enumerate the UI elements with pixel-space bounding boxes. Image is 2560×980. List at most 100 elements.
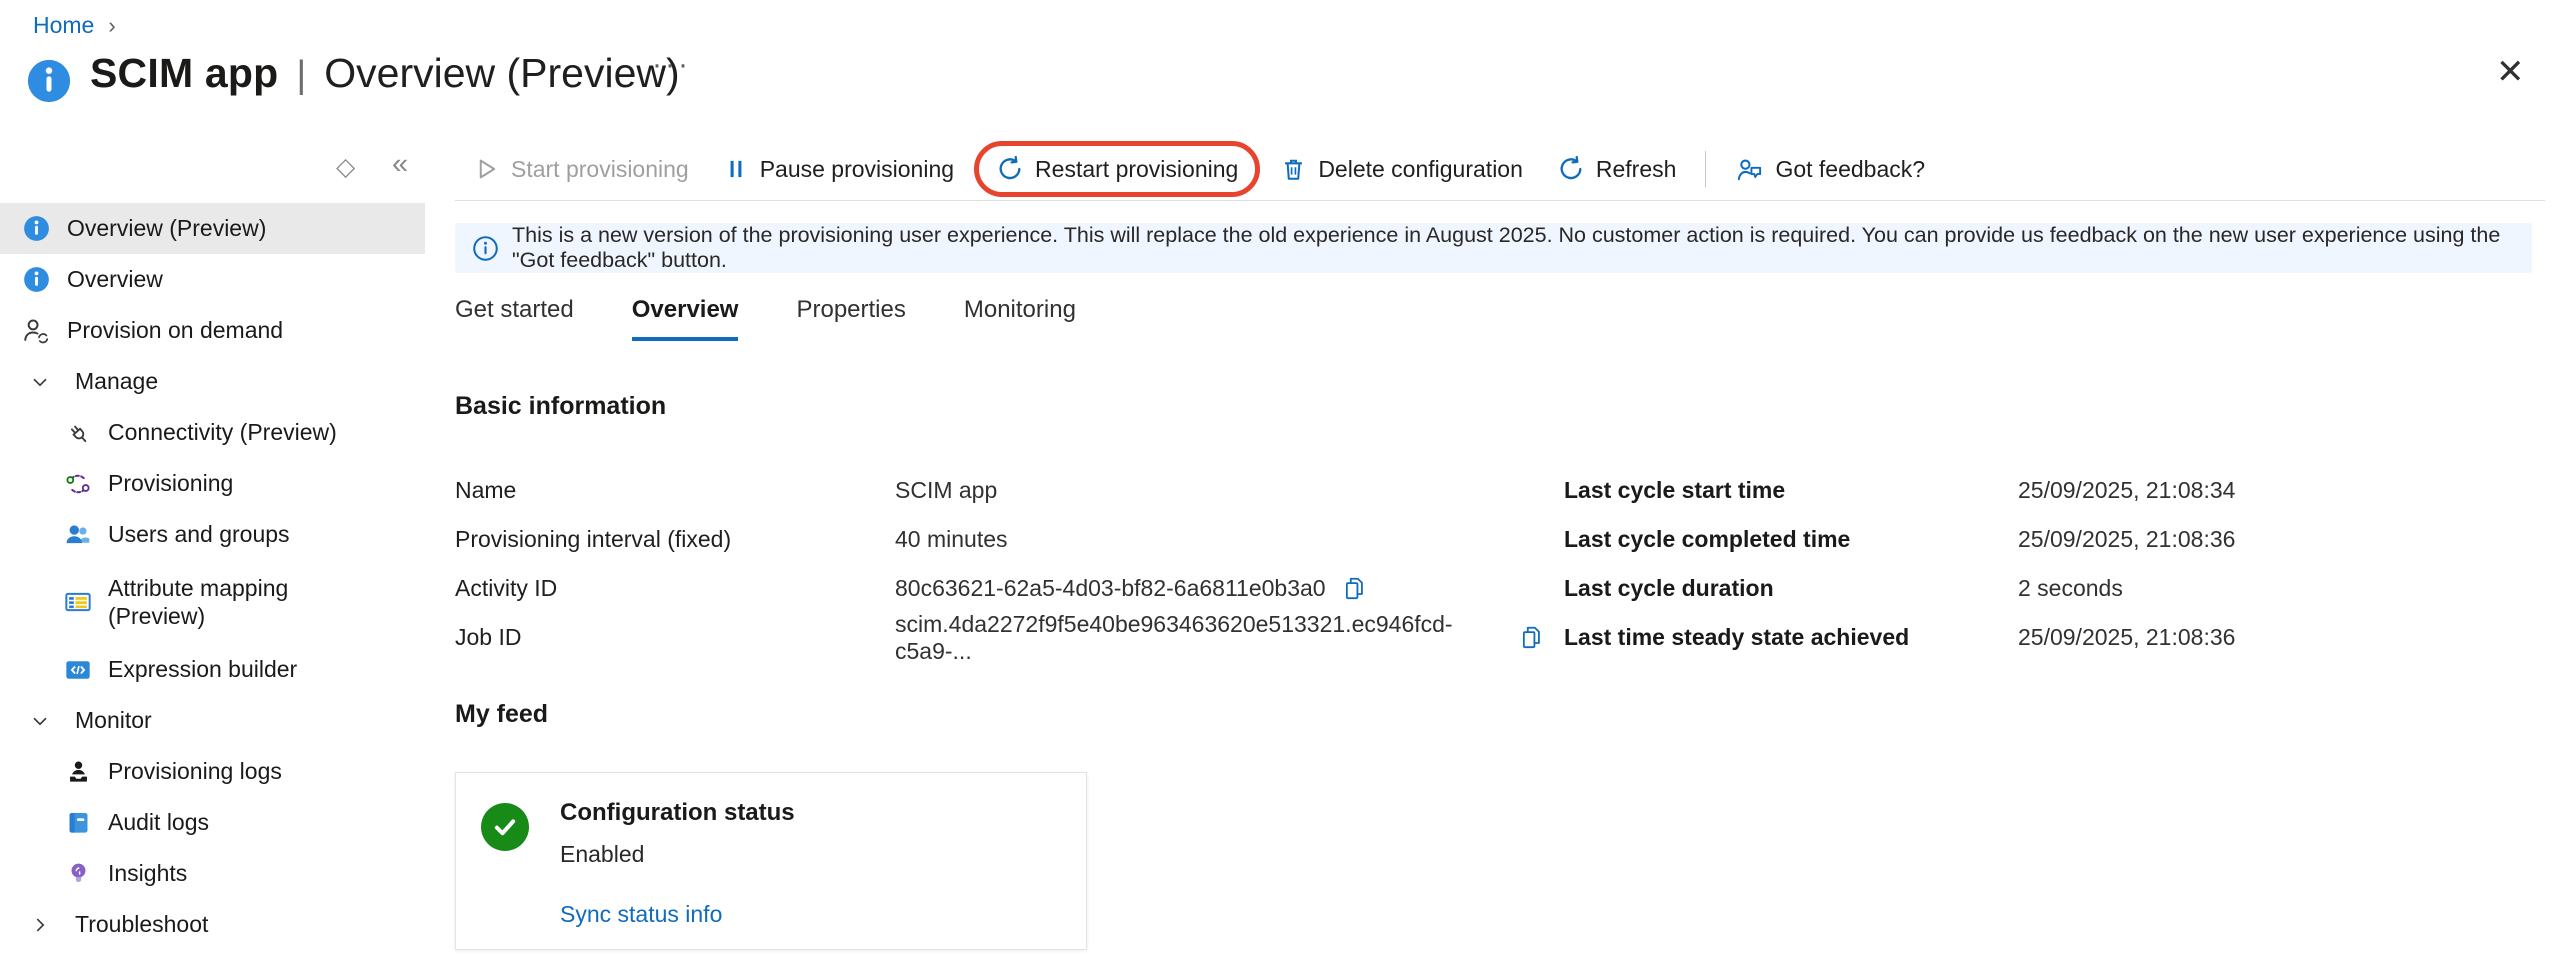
lightbulb-icon — [64, 860, 92, 888]
refresh-button[interactable]: Refresh — [1540, 155, 1694, 183]
last-cycle-duration-value: 2 seconds — [2018, 575, 2123, 602]
breadcrumb-home-link[interactable]: Home — [33, 12, 94, 39]
app-name: SCIM app — [90, 50, 278, 97]
sync-status-info-link[interactable]: Sync status info — [560, 901, 722, 928]
interval-label: Provisioning interval (fixed) — [455, 526, 895, 553]
chevron-down-icon — [26, 707, 54, 735]
command-bar: Start provisioning Pause provisioning Re… — [455, 138, 1942, 200]
sidebar-section-monitor[interactable]: Monitor — [0, 695, 425, 746]
play-icon — [472, 155, 500, 183]
restart-provisioning-label: Restart provisioning — [1035, 156, 1238, 183]
pause-icon — [723, 156, 749, 182]
sidebar-item-insights[interactable]: Insights — [0, 848, 425, 899]
app-info-icon — [26, 58, 72, 104]
tab-monitoring[interactable]: Monitoring — [964, 296, 1076, 341]
start-provisioning-button: Start provisioning — [455, 155, 706, 183]
last-cycle-start-label: Last cycle start time — [1564, 477, 2018, 504]
interval-value: 40 minutes — [895, 526, 1008, 553]
delete-configuration-button[interactable]: Delete configuration — [1263, 156, 1540, 183]
tab-overview[interactable]: Overview — [632, 296, 739, 341]
configuration-status-title: Configuration status — [560, 799, 795, 827]
person-log-icon — [64, 758, 92, 786]
chevron-down-icon — [26, 368, 54, 396]
job-id-label: Job ID — [455, 624, 895, 651]
info-row-last-completed: Last cycle completed time 25/09/2025, 21… — [1564, 515, 2554, 564]
last-cycle-completed-value: 25/09/2025, 21:08:36 — [2018, 526, 2235, 553]
restart-provisioning-button[interactable]: Restart provisioning — [974, 141, 1260, 197]
status-badge: Enabled — [560, 841, 644, 868]
sidebar-item-users-and-groups[interactable]: Users and groups — [0, 509, 425, 560]
sync-cycle-icon — [64, 470, 92, 498]
panel-collapse-icon[interactable]: « — [392, 148, 408, 181]
sidebar-item-provisioning[interactable]: Provisioning — [0, 458, 425, 509]
sidebar-section-manage[interactable]: Manage — [0, 356, 425, 407]
pause-provisioning-label: Pause provisioning — [760, 156, 954, 183]
pause-provisioning-button[interactable]: Pause provisioning — [706, 156, 971, 183]
basic-info-left-column: Name SCIM app Provisioning interval (fix… — [455, 466, 1545, 662]
sidebar-item-label: Expression builder — [108, 656, 297, 683]
toolbar-divider — [1705, 151, 1706, 187]
name-value: SCIM app — [895, 477, 997, 504]
tab-bar: Get started Overview Properties Monitori… — [455, 296, 1076, 341]
page-subtitle: Overview (Preview) — [324, 50, 679, 97]
more-options-button[interactable]: ··· — [652, 48, 691, 82]
sidebar-item-label: Provision on demand — [67, 317, 283, 344]
last-cycle-start-value: 25/09/2025, 21:08:34 — [2018, 477, 2235, 504]
basic-info-right-column: Last cycle start time 25/09/2025, 21:08:… — [1564, 466, 2554, 662]
sidebar-item-provision-on-demand[interactable]: Provision on demand — [0, 305, 425, 356]
got-feedback-label: Got feedback? — [1775, 156, 1925, 183]
info-row-last-start: Last cycle start time 25/09/2025, 21:08:… — [1564, 466, 2554, 515]
panel-resize-icon[interactable]: ◇ — [336, 152, 355, 182]
sidebar-item-overview-preview[interactable]: Overview (Preview) — [0, 203, 425, 254]
book-icon — [64, 809, 92, 837]
sidebar-item-attribute-mapping[interactable]: Attribute mapping (Preview) — [0, 560, 425, 644]
tab-get-started[interactable]: Get started — [455, 296, 574, 341]
banner-text: This is a new version of the provisionin… — [512, 223, 2515, 273]
tab-properties[interactable]: Properties — [796, 296, 905, 341]
table-icon — [64, 588, 92, 616]
delete-configuration-label: Delete configuration — [1318, 156, 1523, 183]
copy-job-id-icon[interactable] — [1518, 624, 1545, 651]
job-id-value: scim.4da2272f9f5e40be963463620e513321.ec… — [895, 611, 1503, 665]
activity-id-value: 80c63621-62a5-4d03-bf82-6a6811e0b3a0 — [895, 575, 1326, 602]
sidebar-section-troubleshoot[interactable]: Troubleshoot — [0, 899, 425, 950]
trash-icon — [1280, 156, 1307, 183]
title-divider: | — [296, 54, 306, 97]
sidebar-item-overview[interactable]: Overview — [0, 254, 425, 305]
feedback-icon — [1735, 155, 1764, 184]
info-row-interval: Provisioning interval (fixed) 40 minutes — [455, 515, 1545, 564]
scim-app-overview-page: Home › SCIM app | Overview (Preview) ···… — [0, 0, 2560, 980]
sidebar-item-expression-builder[interactable]: Expression builder — [0, 644, 425, 695]
activity-id-label: Activity ID — [455, 575, 895, 602]
plug-icon — [64, 419, 92, 447]
sidebar-item-label: Users and groups — [108, 521, 290, 548]
sidebar-item-label: Overview — [67, 266, 163, 293]
configuration-status-card: Configuration status Enabled Sync status… — [455, 772, 1087, 950]
restart-icon — [996, 155, 1024, 183]
sidebar-item-audit-logs[interactable]: Audit logs — [0, 797, 425, 848]
sidebar: Overview (Preview) Overview Provision on… — [0, 203, 425, 950]
breadcrumb-chevron-icon: › — [108, 13, 115, 39]
chevron-right-icon — [26, 911, 54, 939]
close-icon[interactable]: ✕ — [2496, 52, 2525, 92]
steady-state-value: 25/09/2025, 21:08:36 — [2018, 624, 2235, 651]
sidebar-item-label: Attribute mapping (Preview) — [108, 574, 323, 630]
sidebar-item-provisioning-logs[interactable]: Provisioning logs — [0, 746, 425, 797]
breadcrumb: Home › — [33, 12, 116, 39]
toolbar-bottom-border — [455, 200, 2545, 201]
sidebar-item-label: Connectivity (Preview) — [108, 419, 337, 446]
info-row-name: Name SCIM app — [455, 466, 1545, 515]
status-check-icon — [481, 803, 529, 851]
info-row-job-id: Job ID scim.4da2272f9f5e40be963463620e51… — [455, 613, 1545, 662]
sidebar-item-connectivity-preview[interactable]: Connectivity (Preview) — [0, 407, 425, 458]
sidebar-section-label: Monitor — [75, 707, 152, 734]
info-row-duration: Last cycle duration 2 seconds — [1564, 564, 2554, 613]
sidebar-section-label: Manage — [75, 368, 158, 395]
refresh-icon — [1557, 155, 1585, 183]
copy-activity-id-icon[interactable] — [1341, 575, 1368, 602]
start-provisioning-label: Start provisioning — [511, 156, 689, 183]
got-feedback-button[interactable]: Got feedback? — [1718, 155, 1942, 184]
sidebar-section-label: Troubleshoot — [75, 911, 208, 938]
person-sync-icon — [22, 317, 50, 345]
info-row-steady-state: Last time steady state achieved 25/09/20… — [1564, 613, 2554, 662]
